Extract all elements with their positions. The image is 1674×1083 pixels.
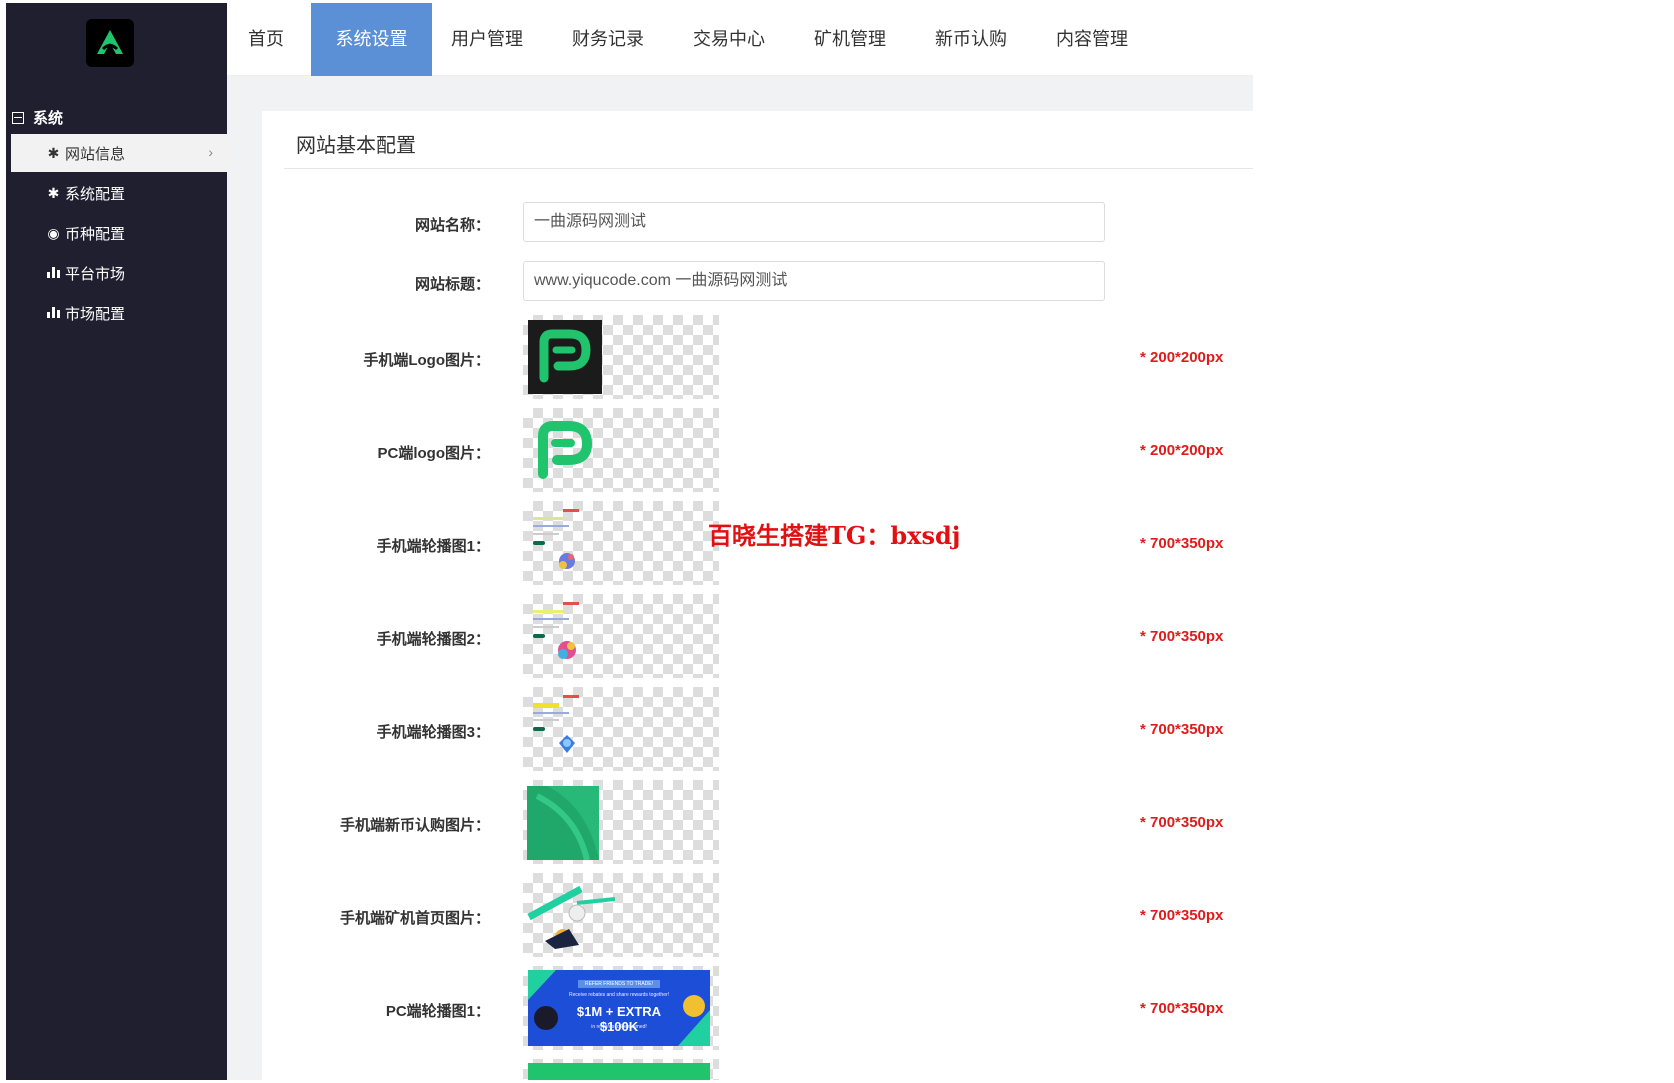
pc-logo-upload[interactable] — [523, 408, 719, 492]
sidebar-item-label: 网站信息 — [65, 145, 126, 163]
site-title-label: 网站标题： — [414, 276, 490, 293]
mobile-logo-image — [528, 320, 602, 394]
config-card: 网站基本配置 — [262, 111, 1253, 1080]
banner-subline: Receive rebates and share rewards togeth… — [568, 992, 670, 998]
next-image-preview — [528, 1063, 710, 1080]
divider — [284, 168, 1253, 169]
tab-user-management[interactable]: 用户管理 — [446, 3, 528, 76]
gear-icon: ✱ — [47, 184, 60, 201]
sidebar-item-market-config[interactable]: 市场配置 — [11, 294, 227, 332]
collapse-icon — [12, 111, 24, 124]
mobile-banner-1-image — [533, 507, 583, 579]
tab-trading-center[interactable]: 交易中心 — [688, 3, 770, 76]
sidebar-group-label: 系统 — [33, 110, 64, 127]
sidebar-item-label: 平台市场 — [65, 265, 126, 283]
bar-chart-icon — [46, 305, 61, 321]
pc-banner-1-upload[interactable]: REFER FRIENDS TO TRADE! Receive rebates … — [523, 966, 719, 1050]
mobile-banner-1-label: 手机端轮播图1： — [376, 538, 490, 555]
tab-new-coin-subscription[interactable]: 新币认购 — [930, 3, 1012, 76]
sidebar-group-system[interactable]: 系统 — [12, 107, 63, 128]
logo-icon — [97, 30, 123, 54]
tab-system-settings[interactable]: 系统设置 — [311, 3, 432, 76]
pc-logo-label: PC端logo图片： — [377, 445, 491, 462]
pc-banner-1-image: REFER FRIENDS TO TRADE! Receive rebates … — [528, 970, 710, 1046]
mobile-banner-2-hint: * 700*350px — [1140, 628, 1224, 645]
top-nav: 首页 系统设置 用户管理 财务记录 交易中心 矿机管理 新币认购 内容管理 — [227, 3, 1253, 76]
app-logo[interactable] — [86, 19, 134, 67]
banner-footer: in rewards to be claimed! — [591, 1024, 647, 1030]
mobile-logo-upload[interactable] — [523, 315, 719, 399]
bar-chart-icon — [46, 265, 61, 281]
tab-home[interactable]: 首页 — [237, 3, 295, 76]
pc-logo-image — [529, 414, 599, 484]
pc-logo-hint: * 200*200px — [1140, 442, 1224, 459]
mobile-miner-home-image — [527, 879, 617, 951]
mobile-new-coin-upload[interactable] — [523, 780, 719, 864]
next-image-upload[interactable] — [523, 1059, 719, 1080]
sidebar-item-site-info[interactable]: ✱ 网站信息 › — [11, 134, 227, 172]
admin-app: 系统 ✱ 网站信息 › ✱ 系统配置 ◉ 币种配置 平台市场 市场配置 首页 系… — [0, 0, 1674, 1083]
mobile-banner-1-hint: * 700*350px — [1140, 535, 1224, 552]
mobile-banner-3-image — [533, 693, 583, 765]
mobile-miner-home-hint: * 700*350px — [1140, 907, 1224, 924]
mobile-banner-3-label: 手机端轮播图3： — [376, 724, 490, 741]
site-title-input[interactable]: www.yiqucode.com 一曲源码网测试 — [523, 261, 1105, 301]
mobile-miner-home-label: 手机端矿机首页图片： — [339, 910, 490, 927]
sidebar-item-label: 币种配置 — [65, 225, 126, 243]
watermark-text: 百晓生搭建TG：bxsdj — [708, 521, 961, 550]
pc-banner-1-hint: * 700*350px — [1140, 1000, 1224, 1017]
sidebar: 系统 ✱ 网站信息 › ✱ 系统配置 ◉ 币种配置 平台市场 市场配置 — [6, 3, 227, 1080]
mobile-logo-label: 手机端Logo图片： — [363, 352, 490, 369]
chevron-right-icon: › — [208, 144, 213, 160]
mobile-banner-2-upload[interactable] — [523, 594, 719, 678]
mobile-new-coin-image — [527, 786, 599, 861]
mobile-new-coin-hint: * 700*350px — [1140, 814, 1224, 831]
tab-finance-records[interactable]: 财务记录 — [567, 3, 649, 76]
sidebar-item-platform-market[interactable]: 平台市场 — [11, 254, 227, 292]
sidebar-item-label: 系统配置 — [65, 185, 126, 203]
card-title: 网站基本配置 — [296, 135, 416, 157]
mobile-banner-1-upload[interactable] — [523, 501, 719, 585]
tab-miner-management[interactable]: 矿机管理 — [809, 3, 891, 76]
mobile-banner-3-upload[interactable] — [523, 687, 719, 771]
sidebar-item-coin-config[interactable]: ◉ 币种配置 — [11, 214, 227, 252]
site-name-input[interactable]: 一曲源码网测试 — [523, 202, 1105, 242]
tab-content-management[interactable]: 内容管理 — [1051, 3, 1133, 76]
mobile-logo-hint: * 200*200px — [1140, 349, 1224, 366]
mobile-new-coin-label: 手机端新币认购图片： — [339, 817, 490, 834]
mobile-banner-2-image — [533, 600, 583, 672]
mobile-miner-home-upload[interactable] — [523, 873, 719, 957]
banner-headline: REFER FRIENDS TO TRADE! — [584, 981, 654, 987]
sidebar-item-label: 市场配置 — [65, 305, 126, 323]
gear-icon: ✱ — [47, 144, 60, 161]
pc-banner-1-label: PC端轮播图1： — [385, 1003, 490, 1020]
mobile-banner-3-hint: * 700*350px — [1140, 721, 1224, 738]
sidebar-item-system-config[interactable]: ✱ 系统配置 — [11, 174, 227, 212]
mobile-banner-2-label: 手机端轮播图2： — [376, 631, 490, 648]
site-name-label: 网站名称： — [414, 217, 490, 234]
target-icon: ◉ — [47, 224, 60, 241]
